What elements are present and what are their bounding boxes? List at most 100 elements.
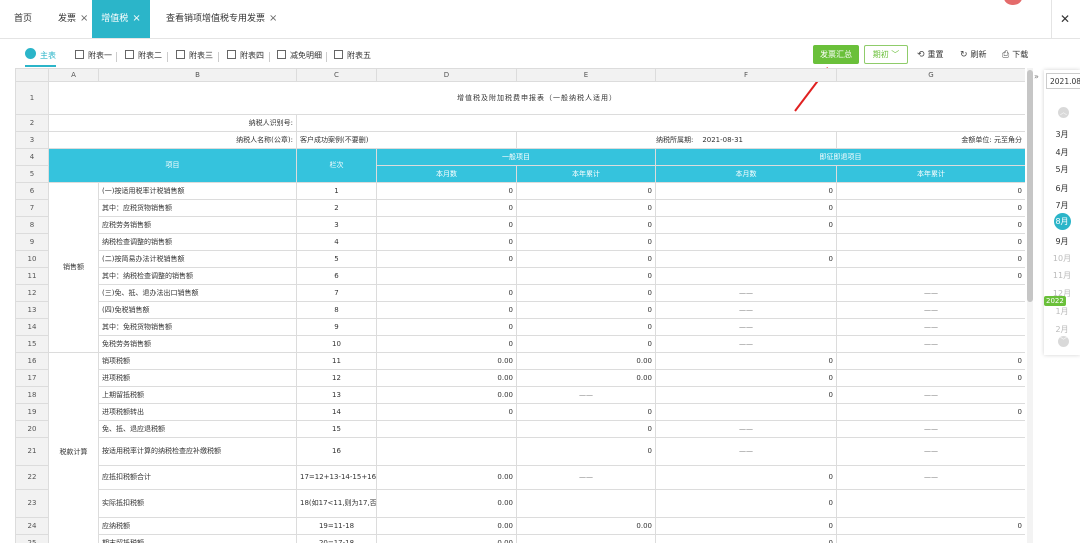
column-header[interactable]: G [836, 68, 1025, 82]
sheet-tab-schedule-4[interactable]: 附表四 [227, 47, 264, 65]
vertical-scrollbar[interactable] [1027, 68, 1033, 543]
value-cell[interactable]: 0 [655, 352, 837, 370]
month-option[interactable]: 3月 [1044, 129, 1080, 141]
value-cell[interactable] [655, 267, 837, 285]
download-button[interactable]: ⎙ 下载 [1002, 45, 1028, 64]
value-cell[interactable]: 0 [655, 465, 837, 490]
value-cell[interactable]: 0 [836, 267, 1025, 285]
sheet-tab-schedule-2[interactable]: 附表二 [125, 47, 162, 65]
value-cell[interactable] [516, 489, 656, 518]
tab-vat[interactable]: 增值税 × [92, 0, 150, 38]
value-cell[interactable]: 0 [655, 182, 837, 200]
value-cell[interactable]: 0 [376, 403, 517, 421]
close-icon[interactable]: × [80, 13, 88, 24]
refresh-button[interactable]: ↻ 刷新 [960, 45, 987, 64]
value-cell[interactable]: 0.00 [376, 369, 517, 387]
value-cell[interactable]: 0.00 [516, 369, 656, 387]
value-cell[interactable]: 0 [836, 182, 1025, 200]
month-option[interactable]: 4月 [1044, 147, 1080, 159]
value-cell[interactable] [655, 403, 837, 421]
value-cell[interactable]: 0 [516, 182, 656, 200]
value-cell[interactable]: 0.00 [376, 517, 517, 535]
value-cell[interactable]: 0 [836, 233, 1025, 251]
month-option[interactable]: 1月 [1044, 306, 1080, 318]
value-cell[interactable] [836, 489, 1025, 518]
value-cell[interactable]: —— [836, 318, 1025, 336]
value-cell[interactable]: 0 [516, 403, 656, 421]
value-cell[interactable] [376, 437, 517, 466]
column-header[interactable]: A [48, 68, 99, 82]
value-cell[interactable]: 0 [516, 216, 656, 234]
value-cell[interactable]: 0 [655, 534, 837, 543]
value-cell[interactable]: —— [836, 437, 1025, 466]
window-close-button[interactable]: ✕ [1050, 0, 1070, 38]
taxpayer-id-value[interactable] [296, 114, 1025, 132]
value-cell[interactable]: 0 [836, 352, 1025, 370]
value-cell[interactable]: —— [655, 318, 837, 336]
month-option[interactable]: 11月 [1044, 270, 1080, 282]
close-icon[interactable]: × [132, 13, 140, 24]
sheet-tab-schedule-5[interactable]: 附表五 [334, 47, 371, 65]
column-header[interactable]: F [655, 68, 837, 82]
value-cell[interactable]: 0 [836, 250, 1025, 268]
tab-home[interactable]: 首页 [14, 0, 32, 38]
sheet-tab-schedule-1[interactable]: 附表一 [75, 47, 112, 65]
value-cell[interactable]: 0 [836, 199, 1025, 217]
value-cell[interactable]: 0 [376, 318, 517, 336]
column-header[interactable]: B [98, 68, 297, 82]
select-all-corner[interactable] [15, 68, 49, 82]
taxpayer-name-value[interactable]: 客户成功案例(不要删) [296, 131, 517, 149]
value-cell[interactable]: 0.00 [376, 534, 517, 543]
value-cell[interactable]: 0 [836, 369, 1025, 387]
value-cell[interactable]: 0 [376, 216, 517, 234]
value-cell[interactable]: 0 [376, 182, 517, 200]
value-cell[interactable]: —— [655, 437, 837, 466]
value-cell[interactable]: 0 [516, 284, 656, 302]
value-cell[interactable]: —— [655, 420, 837, 438]
invoice-summary-button[interactable]: 发票汇总 [813, 45, 859, 64]
sheet-tab-main[interactable]: 主表 [25, 47, 56, 67]
value-cell[interactable]: 0.00 [376, 352, 517, 370]
value-cell[interactable]: —— [836, 335, 1025, 353]
value-cell[interactable]: —— [516, 386, 656, 404]
value-cell[interactable]: 0 [655, 386, 837, 404]
value-cell[interactable]: 0 [836, 517, 1025, 535]
value-cell[interactable]: 0.00 [376, 465, 517, 490]
value-cell[interactable]: 0 [516, 199, 656, 217]
value-cell[interactable]: 0 [376, 301, 517, 319]
value-cell[interactable]: —— [836, 420, 1025, 438]
month-option[interactable]: 10月 [1044, 253, 1080, 265]
month-option[interactable]: 2月 [1044, 324, 1080, 336]
value-cell[interactable] [376, 267, 517, 285]
value-cell[interactable] [655, 233, 837, 251]
period-dropdown[interactable]: 期初 ﹀ [864, 45, 908, 64]
value-cell[interactable]: 0 [836, 403, 1025, 421]
value-cell[interactable]: 0.00 [516, 352, 656, 370]
collapse-arrow-icon[interactable]: » [1034, 72, 1039, 81]
value-cell[interactable]: 0 [516, 437, 656, 466]
value-cell[interactable] [376, 420, 517, 438]
value-cell[interactable]: 0 [655, 199, 837, 217]
value-cell[interactable]: —— [836, 301, 1025, 319]
chevron-up-icon[interactable]: ︿ [1058, 107, 1069, 118]
value-cell[interactable]: —— [836, 534, 1025, 543]
value-cell[interactable]: 0 [516, 301, 656, 319]
month-option[interactable]: 9月 [1044, 236, 1080, 248]
column-header[interactable]: D [376, 68, 517, 82]
value-cell[interactable]: 0 [655, 250, 837, 268]
sheet-tab-schedule-3[interactable]: 附表三 [176, 47, 213, 65]
value-cell[interactable]: 0 [655, 369, 837, 387]
value-cell[interactable]: 0 [376, 233, 517, 251]
column-header[interactable]: C [296, 68, 377, 82]
value-cell[interactable]: 0 [516, 250, 656, 268]
column-header[interactable]: E [516, 68, 656, 82]
value-cell[interactable]: 0 [376, 284, 517, 302]
value-cell[interactable]: —— [836, 284, 1025, 302]
value-cell[interactable]: 0.00 [516, 517, 656, 535]
month-option[interactable]: 7月 [1044, 200, 1080, 212]
value-cell[interactable]: 0 [376, 199, 517, 217]
value-cell[interactable]: —— [836, 465, 1025, 490]
value-cell[interactable]: —— [516, 534, 656, 543]
value-cell[interactable]: 0 [516, 420, 656, 438]
value-cell[interactable]: —— [655, 301, 837, 319]
